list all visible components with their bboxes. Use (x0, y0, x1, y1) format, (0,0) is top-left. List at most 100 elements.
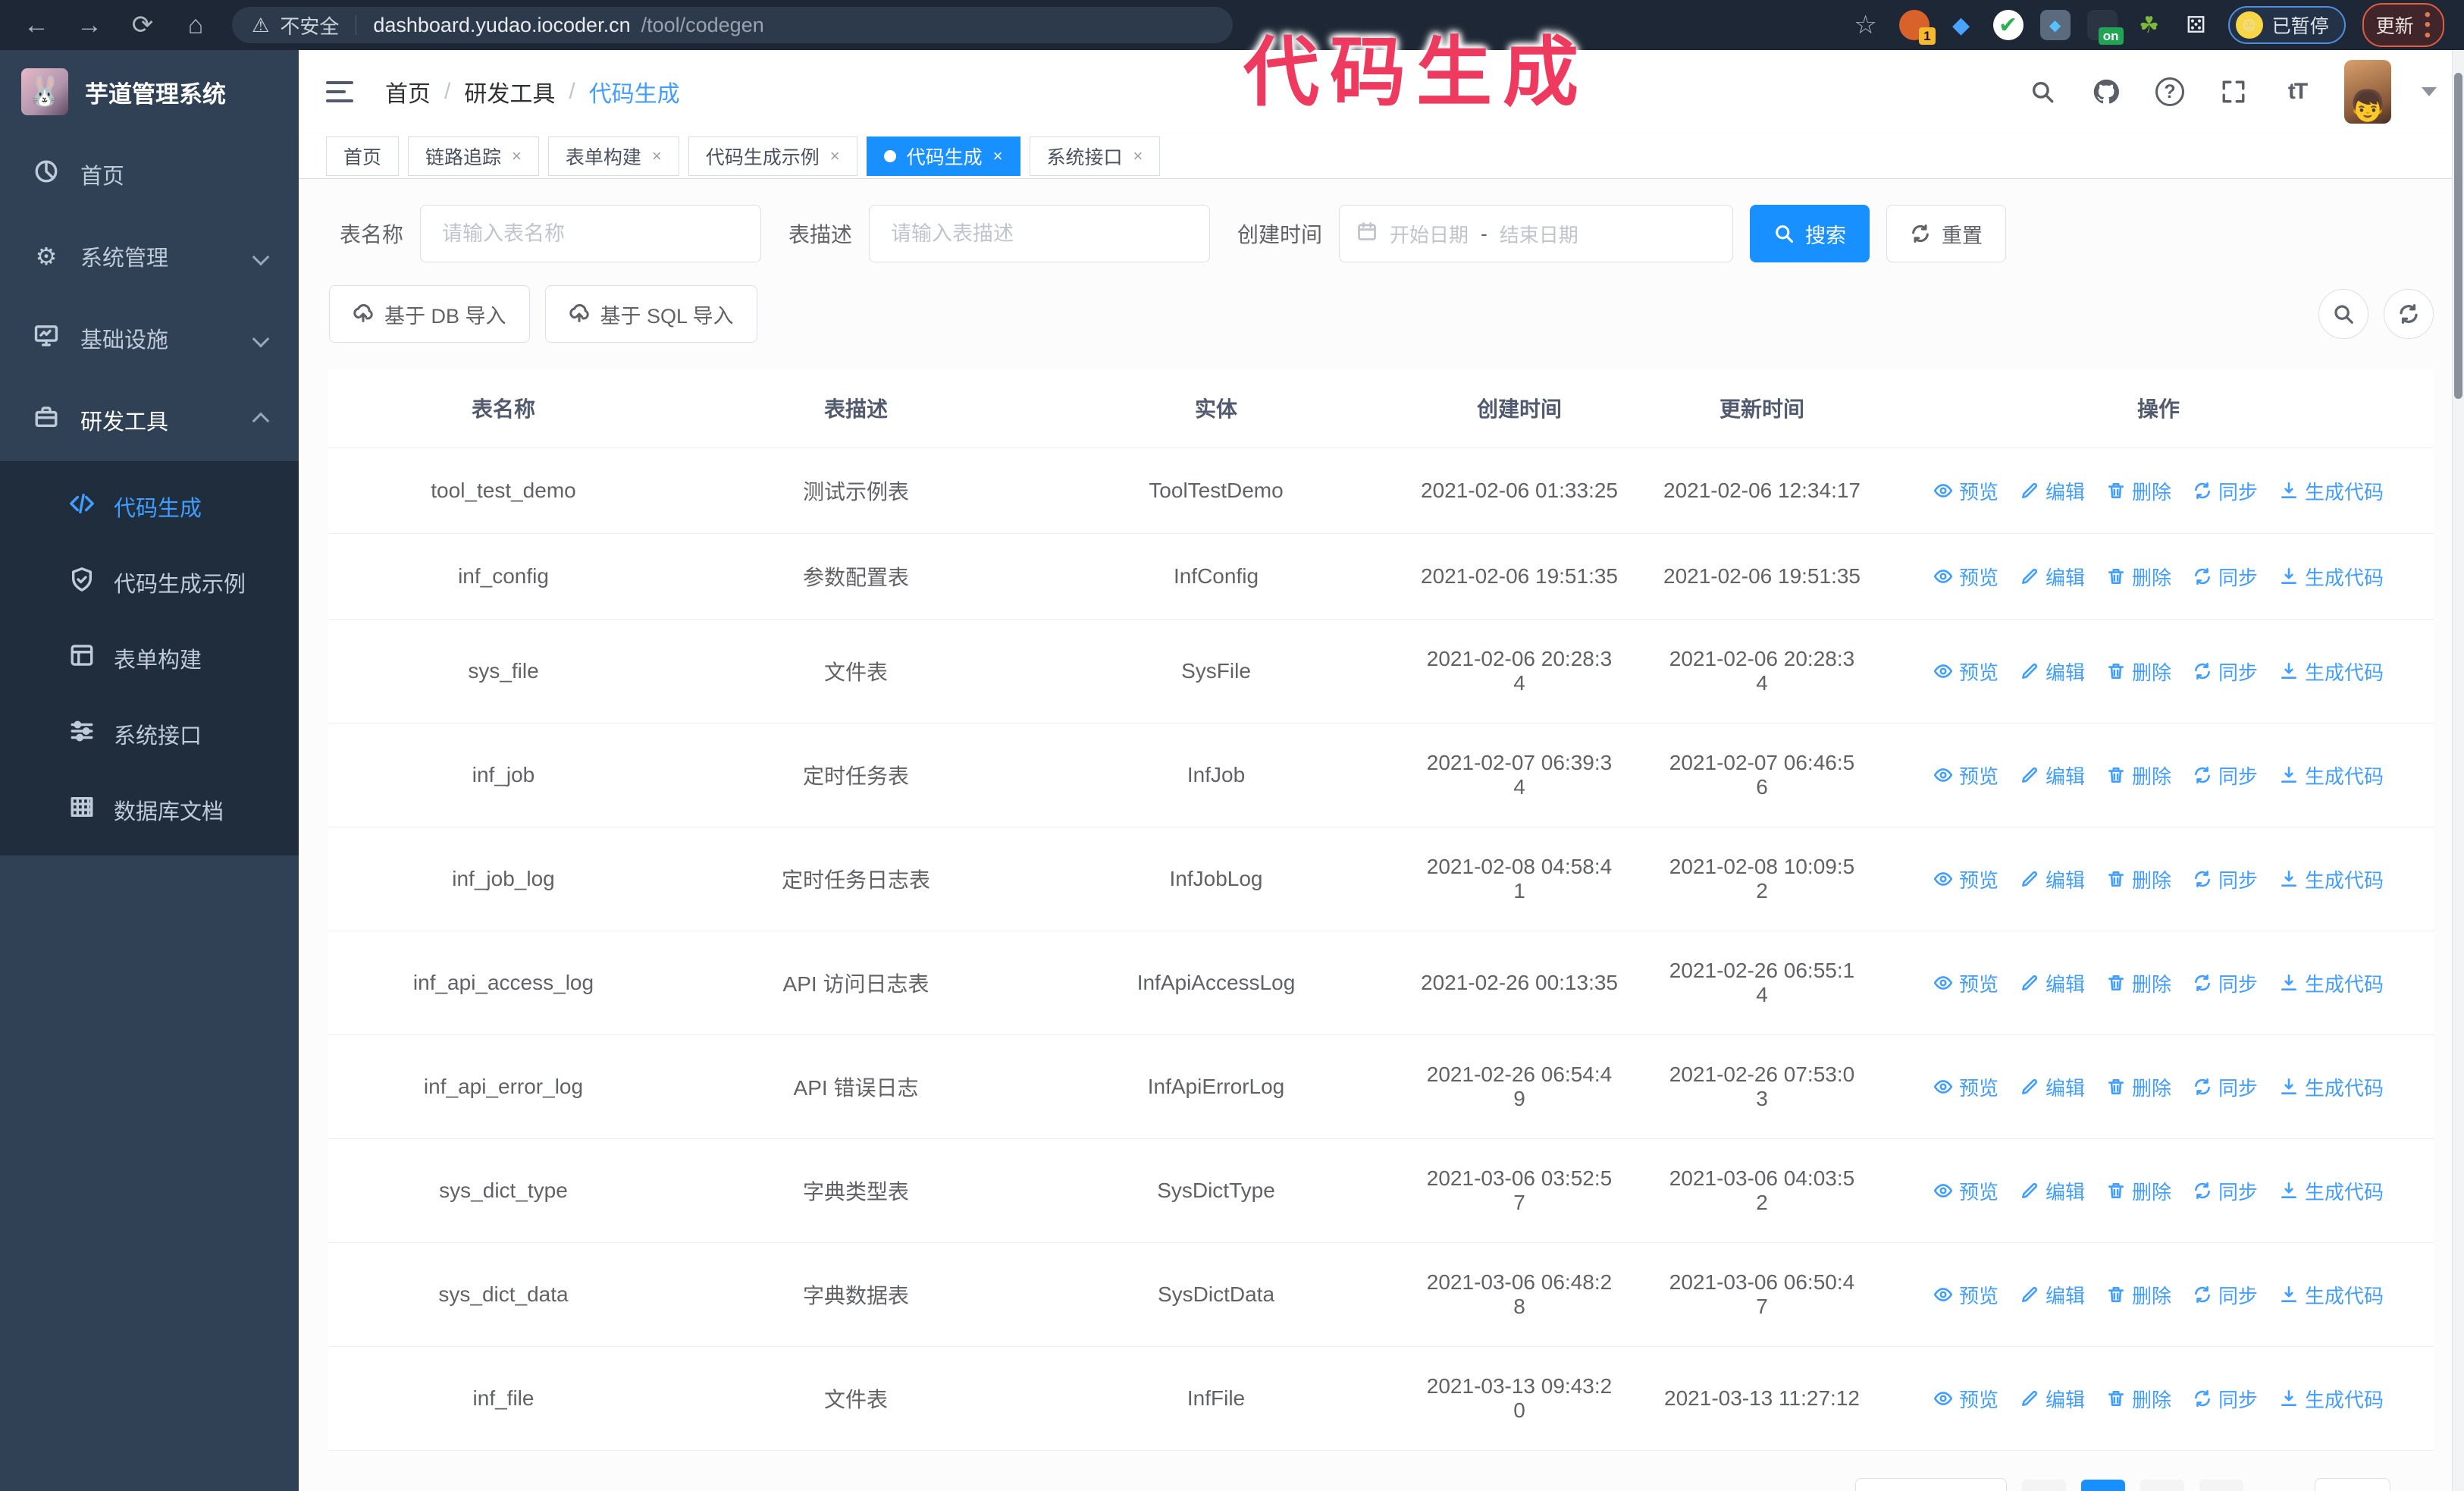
table-row[interactable]: tool_test_demo 测试示例表 ToolTestDemo 2021-0… (329, 447, 2434, 534)
table-desc-input[interactable] (869, 205, 1211, 262)
preview-link[interactable]: 预览 (1933, 1281, 1998, 1309)
extension-grid-icon[interactable]: ◆ (2039, 10, 2071, 40)
edit-link[interactable]: 编辑 (2020, 658, 2085, 686)
preview-link[interactable]: 预览 (1933, 1073, 1998, 1101)
table-row[interactable]: inf_job_log 定时任务日志表 InfJobLog 2021-02-08… (329, 827, 2434, 931)
table-row[interactable]: sys_dict_data 字典数据表 SysDictData 2021-03-… (329, 1242, 2434, 1347)
prev-page-button[interactable]: ‹ (2022, 1480, 2066, 1491)
tab-codegen-example[interactable]: 代码生成示例 × (688, 136, 857, 176)
logo-row[interactable]: 🐰 芋道管理系统 (0, 50, 299, 133)
generate-code-link[interactable]: 生成代码 (2279, 563, 2384, 591)
sync-link[interactable]: 同步 (2193, 969, 2258, 997)
extension-droid-icon[interactable]: ☘ (2134, 10, 2165, 40)
sidebar-item-home[interactable]: 首页 (0, 133, 299, 215)
page-button-2[interactable]: 2 (2140, 1480, 2184, 1491)
breadcrumb-item[interactable]: 首页 (385, 75, 431, 108)
fullscreen-icon[interactable] (2217, 75, 2250, 108)
profile-paused-badge[interactable]: ☺ 已暂停 (2227, 6, 2346, 44)
generate-code-link[interactable]: 生成代码 (2279, 865, 2384, 893)
table-row[interactable]: sys_dict_type 字典类型表 SysDictType 2021-03-… (329, 1138, 2434, 1243)
table-row[interactable]: inf_api_error_log API 错误日志 InfApiErrorLo… (329, 1034, 2434, 1139)
generate-code-link[interactable]: 生成代码 (2279, 969, 2384, 997)
tab-system-api[interactable]: 系统接口 × (1029, 136, 1161, 176)
sql-import-button[interactable]: 基于 SQL 导入 (544, 285, 757, 343)
sidebar-item-codegen[interactable]: 代码生成 (0, 469, 299, 545)
sync-link[interactable]: 同步 (2193, 865, 2258, 893)
sidebar-item-devtools[interactable]: 研发工具 (0, 379, 299, 461)
extension-gem-icon[interactable]: ◆ (1946, 10, 1977, 40)
avatar-caret-down-icon[interactable] (2422, 87, 2437, 96)
table-row[interactable]: inf_config 参数配置表 InfConfig 2021-02-06 19… (329, 533, 2434, 620)
delete-link[interactable]: 删除 (2106, 563, 2171, 591)
table-row[interactable]: inf_job 定时任务表 InfJob 2021-02-07 06:39:3 … (329, 723, 2434, 827)
reset-button[interactable]: 重置 (1886, 205, 2007, 262)
sidebar-item-system[interactable]: ⚙ 系统管理 (0, 215, 299, 297)
preview-link[interactable]: 预览 (1933, 969, 1998, 997)
home-icon[interactable]: ⌂ (179, 8, 212, 42)
delete-link[interactable]: 删除 (2106, 865, 2171, 893)
sidebar-item-infra[interactable]: 基础设施 (0, 297, 299, 379)
close-icon[interactable]: × (652, 146, 662, 166)
delete-link[interactable]: 删除 (2106, 1073, 2171, 1101)
delete-link[interactable]: 删除 (2106, 969, 2171, 997)
generate-code-link[interactable]: 生成代码 (2279, 1177, 2384, 1205)
close-icon[interactable]: × (830, 146, 840, 166)
toggle-search-button[interactable] (2318, 289, 2368, 339)
date-range-picker[interactable]: 开始日期 - 结束日期 (1339, 205, 1734, 262)
tab-codegen[interactable]: 代码生成 × (866, 136, 1020, 176)
tab-home[interactable]: 首页 (326, 136, 400, 176)
scrollbar-thumb[interactable] (2454, 73, 2462, 399)
delete-link[interactable]: 删除 (2106, 1385, 2171, 1413)
preview-link[interactable]: 预览 (1933, 1385, 1998, 1413)
page-size-select[interactable]: 10条/页 (1855, 1478, 2007, 1491)
back-icon[interactable]: ← (20, 8, 53, 42)
preview-link[interactable]: 预览 (1933, 865, 1998, 893)
search-icon[interactable] (2026, 75, 2059, 108)
sidebar-item-db-doc[interactable]: 数据库文档 (0, 772, 299, 848)
sync-link[interactable]: 同步 (2193, 1281, 2258, 1309)
sidebar-item-form-builder[interactable]: 表单构建 (0, 620, 299, 696)
generate-code-link[interactable]: 生成代码 (2279, 658, 2384, 686)
preview-link[interactable]: 预览 (1933, 1177, 1998, 1205)
page-button-1[interactable]: 1 (2081, 1480, 2125, 1491)
preview-link[interactable]: 预览 (1933, 563, 1998, 591)
next-page-button[interactable]: › (2199, 1480, 2243, 1491)
delete-link[interactable]: 删除 (2106, 761, 2171, 789)
edit-link[interactable]: 编辑 (2020, 969, 2085, 997)
sync-link[interactable]: 同步 (2193, 1385, 2258, 1413)
reload-icon[interactable]: ⟳ (126, 8, 159, 42)
forward-icon[interactable]: → (73, 8, 106, 42)
search-button[interactable]: 搜索 (1750, 205, 1870, 262)
browser-update-button[interactable]: 更新 • • • (2362, 3, 2444, 47)
delete-link[interactable]: 删除 (2106, 658, 2171, 686)
sync-link[interactable]: 同步 (2193, 477, 2258, 505)
sync-link[interactable]: 同步 (2193, 1073, 2258, 1101)
edit-link[interactable]: 编辑 (2020, 563, 2085, 591)
db-import-button[interactable]: 基于 DB 导入 (329, 285, 530, 343)
github-icon[interactable] (2089, 75, 2123, 108)
collapse-sidebar-icon[interactable] (326, 75, 359, 108)
generate-code-link[interactable]: 生成代码 (2279, 1073, 2384, 1101)
generate-code-link[interactable]: 生成代码 (2279, 477, 2384, 505)
extension-orange-icon[interactable]: 1 (1898, 10, 1936, 45)
edit-link[interactable]: 编辑 (2020, 1281, 2085, 1309)
sidebar-item-system-api[interactable]: 系统接口 (0, 696, 299, 772)
sync-link[interactable]: 同步 (2193, 563, 2258, 591)
bookmark-star-icon[interactable]: ☆ (1849, 8, 1882, 42)
generate-code-link[interactable]: 生成代码 (2279, 1385, 2384, 1413)
delete-link[interactable]: 删除 (2106, 1281, 2171, 1309)
sync-link[interactable]: 同步 (2193, 761, 2258, 789)
edit-link[interactable]: 编辑 (2020, 1073, 2085, 1101)
edit-link[interactable]: 编辑 (2020, 1177, 2085, 1205)
generate-code-link[interactable]: 生成代码 (2279, 1281, 2384, 1309)
extension-dark-icon[interactable]: on (2086, 10, 2124, 45)
extensions-puzzle-icon[interactable]: ⚄ (2181, 10, 2212, 40)
sync-link[interactable]: 同步 (2193, 1177, 2258, 1205)
extension-green-check-icon[interactable]: ✔ (1992, 10, 2024, 40)
tab-tracing[interactable]: 链路追踪 × (408, 136, 539, 176)
close-icon[interactable]: × (993, 146, 1003, 166)
edit-link[interactable]: 编辑 (2020, 761, 2085, 789)
generate-code-link[interactable]: 生成代码 (2279, 761, 2384, 789)
preview-link[interactable]: 预览 (1933, 658, 1998, 686)
edit-link[interactable]: 编辑 (2020, 865, 2085, 893)
